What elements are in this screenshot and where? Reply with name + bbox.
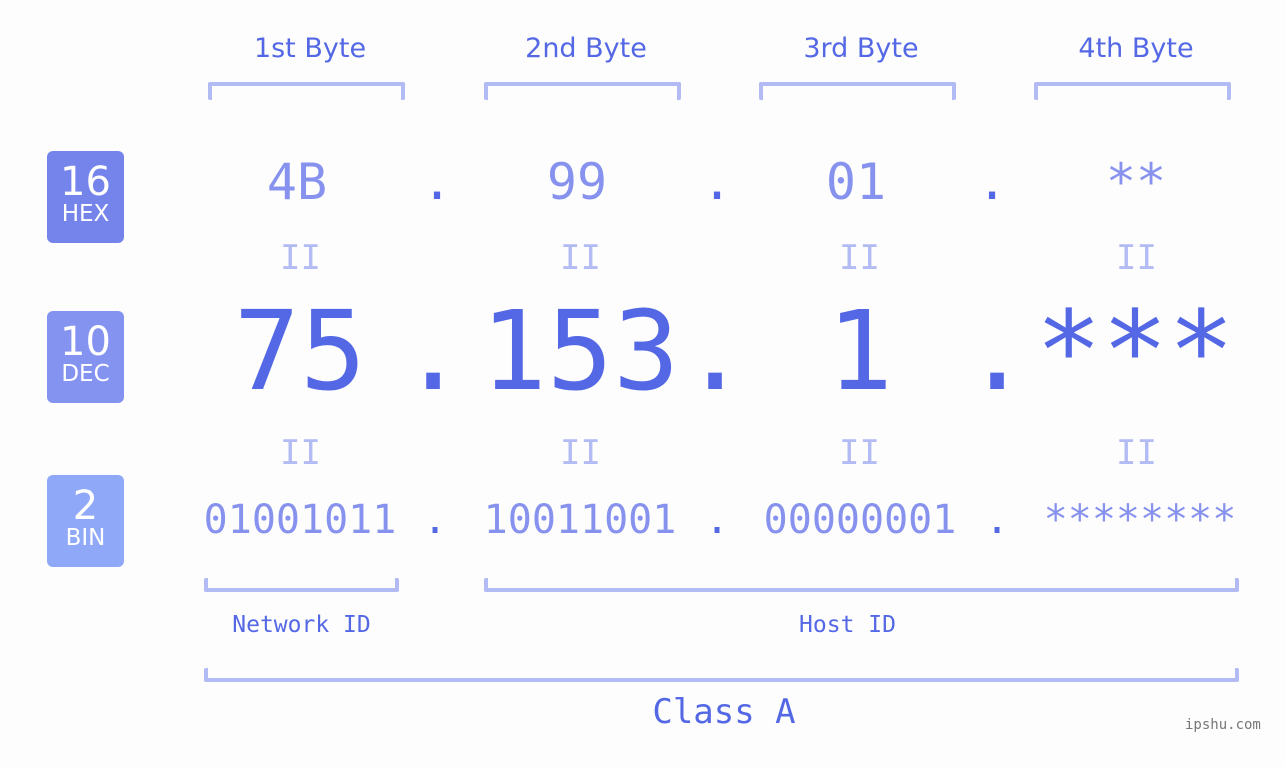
network-id-bracket — [204, 578, 399, 592]
dec-value-4: *** — [1035, 287, 1235, 415]
dec-badge-number: 10 — [60, 319, 111, 365]
hex-separator-1: . — [421, 153, 453, 211]
host-id-bracket — [484, 578, 1239, 592]
hex-badge-number: 16 — [60, 159, 111, 205]
byte-label-1: 1st Byte — [253, 33, 367, 64]
equals-sign: II — [560, 433, 601, 473]
byte-label-3: 3rd Byte — [803, 33, 919, 64]
bin-separator-1: . — [422, 497, 448, 543]
bin-value-3: 00000001 — [763, 497, 957, 543]
byte-bracket-2 — [484, 82, 681, 100]
watermark: ipshu.com — [1185, 717, 1261, 733]
class-bracket — [204, 668, 1239, 682]
equals-sign: II — [560, 238, 601, 278]
host-id-label: Host ID — [799, 612, 896, 638]
dec-value-2: 153 — [480, 287, 680, 415]
bin-badge-label: BIN — [65, 525, 106, 551]
byte-bracket-1 — [208, 82, 405, 100]
dec-badge: 10 DEC — [47, 311, 124, 403]
equals-sign: II — [280, 433, 321, 473]
byte-label-2: 2nd Byte — [525, 33, 647, 64]
hex-badge-label: HEX — [61, 201, 110, 227]
dec-separator-2: . — [682, 287, 749, 415]
equals-sign: II — [280, 238, 321, 278]
dec-separator-1: . — [400, 287, 467, 415]
equals-sign: II — [1116, 433, 1157, 473]
class-label: Class A — [652, 692, 796, 732]
equals-sign: II — [839, 433, 880, 473]
byte-bracket-4 — [1034, 82, 1231, 100]
hex-badge: 16 HEX — [47, 151, 124, 243]
hex-separator-3: . — [976, 153, 1008, 211]
hex-value-2: 99 — [546, 153, 608, 211]
bin-badge: 2 BIN — [47, 475, 124, 567]
bin-value-1: 01001011 — [203, 497, 397, 543]
dec-value-1: 75 — [233, 287, 367, 415]
dec-value-3: 1 — [826, 287, 894, 415]
bin-value-2: 10011001 — [483, 497, 677, 543]
equals-sign: II — [839, 238, 880, 278]
byte-bracket-3 — [759, 82, 956, 100]
bin-separator-3: . — [984, 497, 1010, 543]
hex-separator-2: . — [701, 153, 733, 211]
byte-label-4: 4th Byte — [1078, 33, 1194, 64]
hex-value-3: 01 — [825, 153, 887, 211]
hex-value-4: ** — [1105, 153, 1167, 211]
network-id-label: Network ID — [232, 612, 371, 638]
equals-sign: II — [1116, 238, 1157, 278]
dec-badge-label: DEC — [61, 361, 110, 387]
dec-separator-3: . — [964, 287, 1031, 415]
bin-separator-2: . — [704, 497, 730, 543]
bin-badge-number: 2 — [72, 483, 99, 529]
hex-value-1: 4B — [266, 153, 328, 211]
bin-value-4: ******** — [1043, 497, 1237, 543]
